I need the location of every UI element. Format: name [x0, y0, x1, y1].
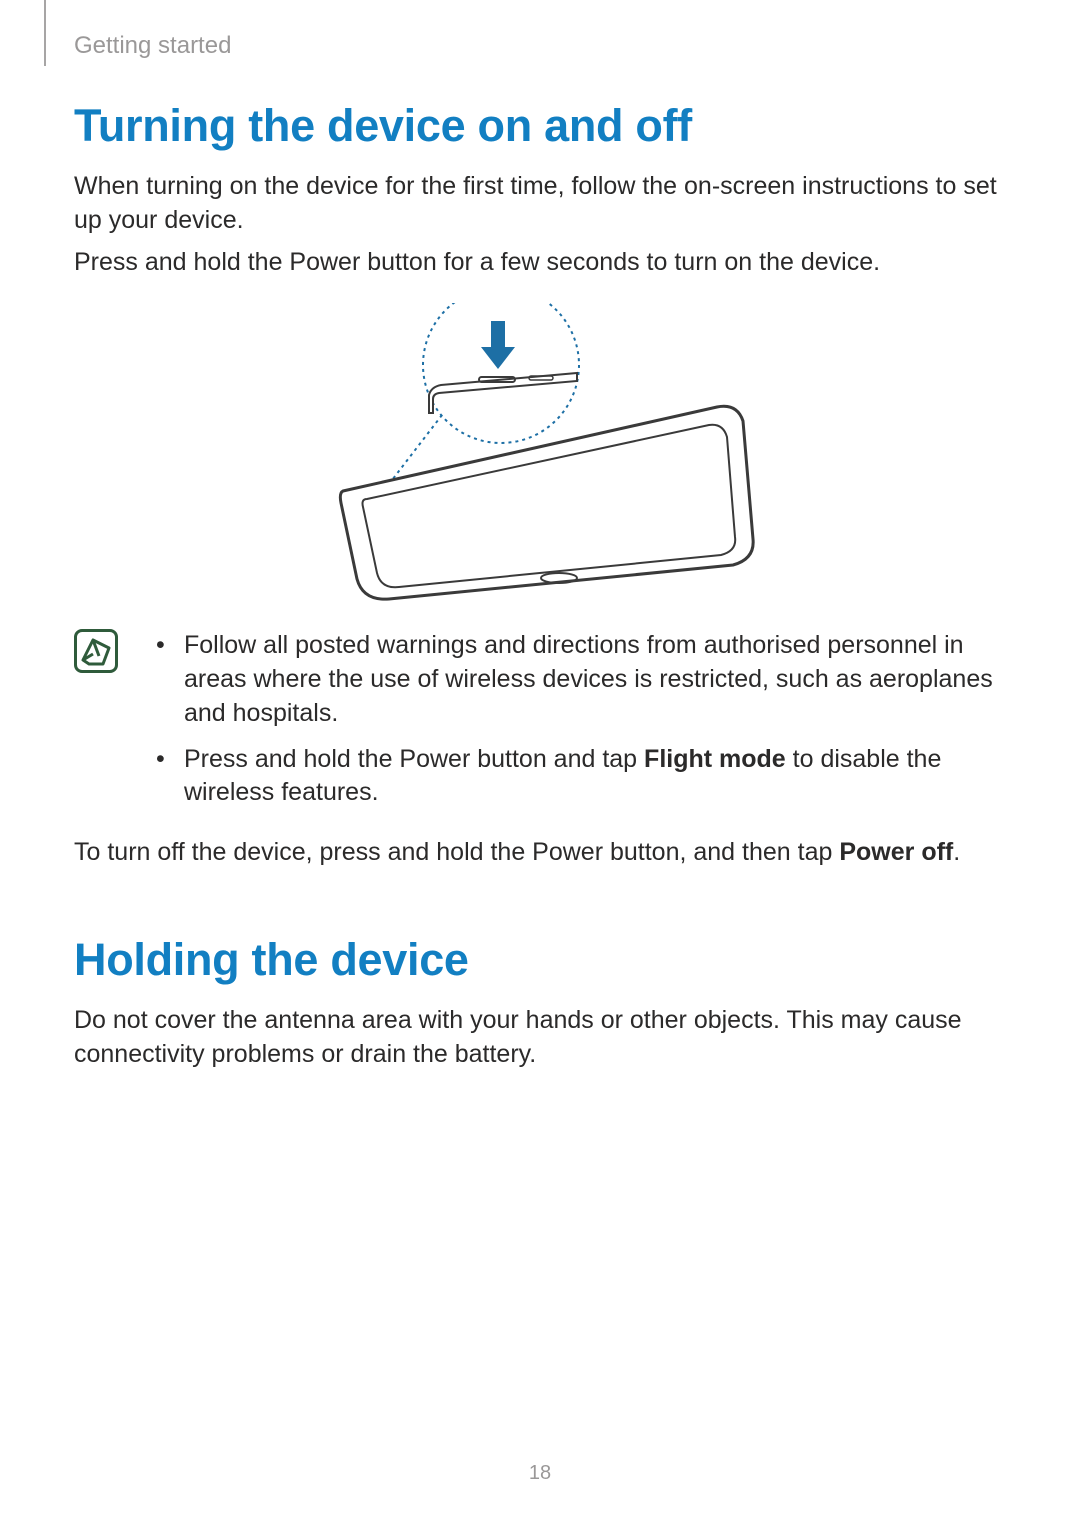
paragraph-setup: When turning on the device for the first… [74, 170, 1014, 238]
paragraph-press-hold: Press and hold the Power button for a fe… [74, 246, 1014, 280]
text-bold-flight-mode: Flight mode [644, 745, 786, 773]
heading-turning-on-off: Turning the device on and off [74, 100, 1014, 152]
text-bold-power-off: Power off [839, 838, 953, 866]
page-content: Turning the device on and off When turni… [74, 100, 1014, 1079]
device-power-illustration [329, 303, 759, 603]
note-item-restricted-areas: • Follow all posted warnings and directi… [152, 629, 1014, 730]
note-list: • Follow all posted warnings and directi… [152, 629, 1014, 822]
bullet-icon: • [152, 629, 184, 730]
text-fragment: To turn off the device, press and hold t… [74, 838, 839, 866]
text-fragment: . [953, 838, 960, 866]
note-text: Press and hold the Power button and tap … [184, 743, 1014, 811]
note-icon [74, 629, 118, 673]
heading-holding-device: Holding the device [74, 934, 1014, 986]
note-block: • Follow all posted warnings and directi… [74, 629, 1014, 822]
note-text: Follow all posted warnings and direction… [184, 629, 1014, 730]
bullet-icon: • [152, 743, 184, 811]
header-rule [44, 0, 46, 66]
note-item-flight-mode: • Press and hold the Power button and ta… [152, 743, 1014, 811]
paragraph-power-off: To turn off the device, press and hold t… [74, 836, 1014, 870]
paragraph-antenna: Do not cover the antenna area with your … [74, 1004, 1014, 1072]
page-number: 18 [0, 1462, 1080, 1485]
chapter-label: Getting started [74, 32, 231, 60]
text-fragment: Press and hold the Power button and tap [184, 745, 644, 773]
